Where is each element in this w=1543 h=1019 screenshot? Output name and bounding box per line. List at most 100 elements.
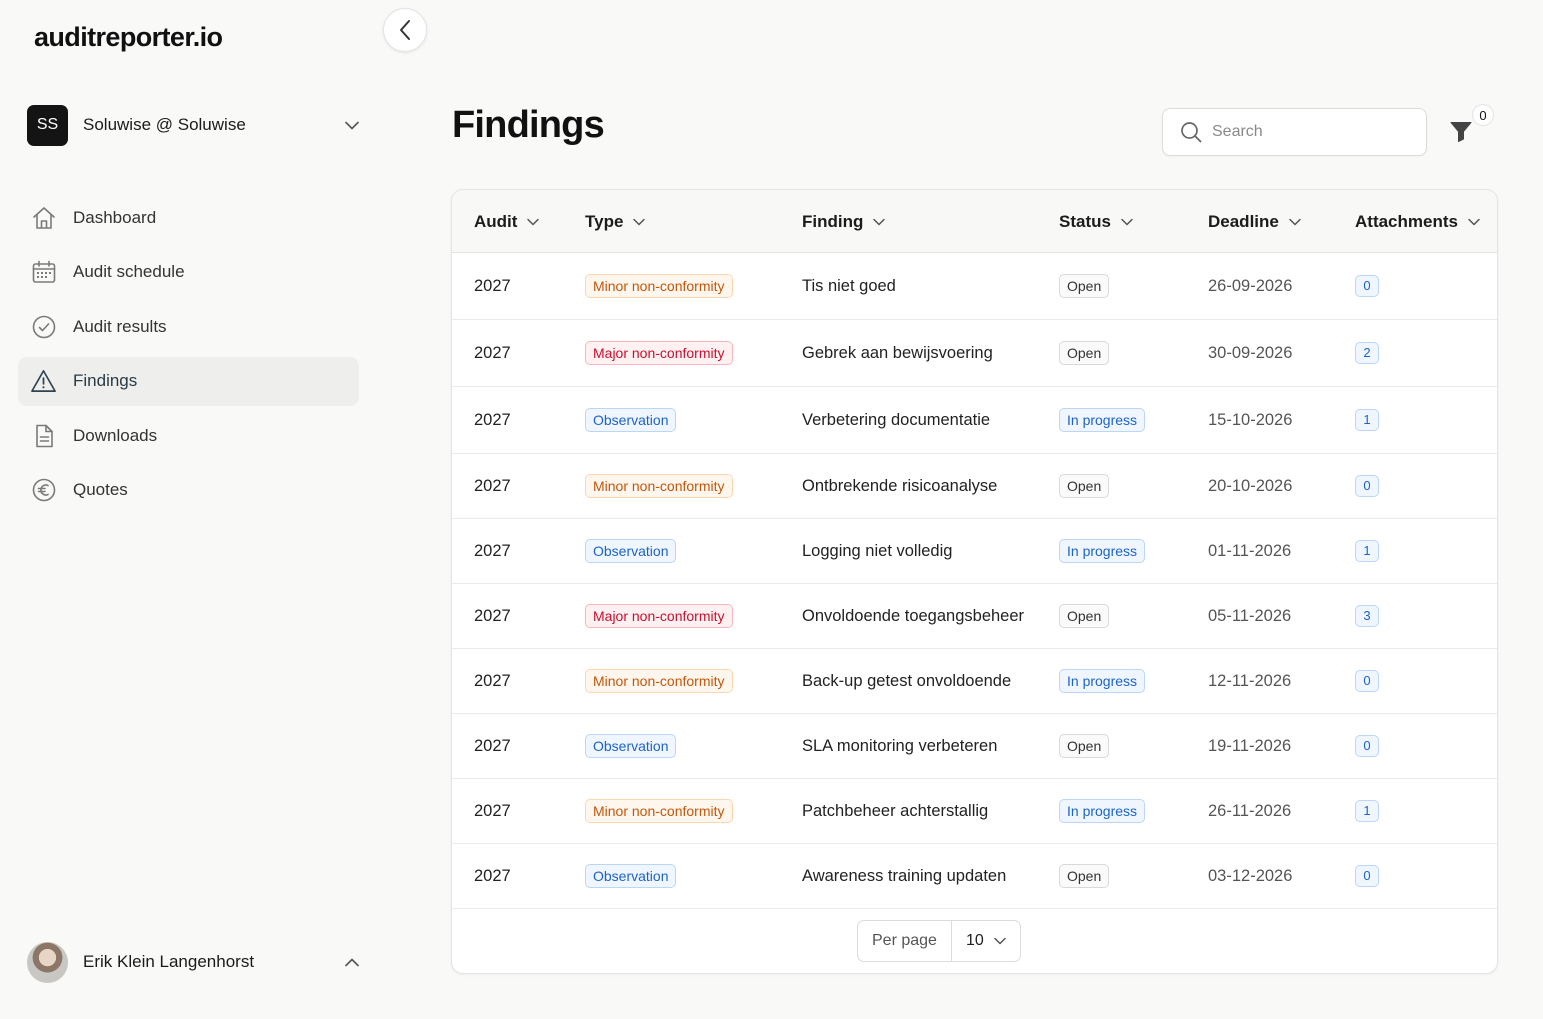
type-badge: Major non-conformity [585,341,733,365]
table-row[interactable]: 2027 Observation SLA monitoring verbeteren… [452,714,1497,779]
cell-type: Major non-conformity [585,584,733,648]
column-header-audit[interactable]: Audit [474,190,540,253]
status-badge: In progress [1059,539,1146,563]
sidebar-item-downloads[interactable]: Downloads [18,411,359,460]
attachments-count-badge: 0 [1355,475,1379,497]
sidebar-item-label: Audit results [73,316,167,336]
table-row[interactable]: 2027 Observation Logging niet volledig In p… [452,519,1497,584]
page-title: Findings [452,104,605,146]
column-label: Deadline [1208,211,1279,231]
filter-icon [1450,122,1472,142]
deadline-date: 05-11-2026 [1208,606,1292,625]
cell-status: Open [1059,584,1110,648]
cell-status: Open [1059,454,1110,518]
cell-attachments: 0 [1355,844,1379,908]
sidebar-item-label: Quotes [73,480,128,499]
finding-text: Back-up getest onvoldoende [802,671,1012,690]
status-badge: Open [1059,274,1110,298]
cell-status: In progress [1059,649,1146,713]
attachments-count-badge: 1 [1355,540,1379,562]
chevron-down-icon [873,218,886,225]
type-badge: Observation [585,734,677,758]
cell-audit: 2027 [474,844,511,908]
sidebar-item-label: Findings [73,371,138,390]
deadline-date: 12-11-2026 [1208,671,1292,690]
table-row[interactable]: 2027 Major non-conformity Onvoldoende toeg… [452,584,1497,649]
table-body: 2027 Minor non-conformity Tis niet goed Ope… [452,253,1497,909]
attachments-count-badge: 1 [1355,800,1379,822]
search-input[interactable] [1212,123,1412,141]
euro-icon [30,477,57,504]
cell-status: Open [1059,844,1110,908]
cell-type: Observation [585,519,677,583]
cell-type: Observation [585,714,677,778]
sidebar-item-findings[interactable]: Findings [18,356,359,406]
filter-count-badge: 0 [1472,104,1494,126]
finding-text: SLA monitoring verbeteren [802,736,998,755]
cell-audit: 2027 [474,779,511,843]
per-page-value: 10 [965,932,984,949]
cell-type: Minor non-conformity [585,779,733,843]
filter-button[interactable] [1446,116,1476,146]
column-header-attachments[interactable]: Attachments [1355,190,1480,253]
sidebar-item-label: Audit schedule [73,262,185,281]
chevron-down-icon [1121,218,1133,225]
cell-type: Observation [585,844,677,908]
finding-text: Ontbrekende risicoanalyse [802,476,998,495]
column-header-type[interactable]: Type [585,190,646,253]
user-name: Erik Klein Langenhorst [83,952,255,971]
attachments-count-badge: 0 [1355,735,1379,757]
app-logo[interactable]: auditreporter.io [34,22,223,53]
audit-year: 2027 [474,606,511,625]
cell-finding: Ontbrekende risicoanalyse [802,454,997,518]
finding-text: Verbetering documentatie [802,410,991,429]
cell-status: In progress [1059,387,1146,453]
cell-attachments: 0 [1355,253,1379,319]
table-row[interactable]: 2027 Minor non-conformity Back-up getest o… [452,649,1497,714]
table-header: Audit Type Finding Status Deadline Attac… [452,190,1497,253]
check-circle-icon [30,313,57,340]
column-label: Audit [474,211,518,231]
finding-text: Logging niet volledig [802,541,953,560]
cell-finding: SLA monitoring verbeteren [802,714,997,778]
sidebar-item-dashboard[interactable]: Dashboard [18,193,359,242]
home-icon [30,204,57,231]
calendar-icon [30,259,57,286]
audit-year: 2027 [474,476,511,495]
table-row[interactable]: 2027 Observation Verbetering documentatie I… [452,387,1497,454]
sidebar-item-label: Downloads [73,425,158,445]
per-page-label: Per page [858,921,952,961]
organization-switcher[interactable]: SS Soluwise @ Soluwise [27,104,367,146]
attachments-count-badge: 0 [1355,865,1379,887]
user-menu[interactable]: Erik Klein Langenhorst [27,941,367,983]
table-row[interactable]: 2027 Minor non-conformity Patchbeheer acht… [452,779,1497,844]
table-row[interactable]: 2027 Minor non-conformity Ontbrekende risi… [452,454,1497,519]
sidebar-item-quotes[interactable]: Quotes [18,466,359,515]
sidebar-nav: Dashboard Audit schedule Audit results F… [18,193,359,520]
cell-audit: 2027 [474,454,511,518]
audit-year: 2027 [474,276,511,295]
collapse-sidebar-button[interactable] [383,8,427,52]
column-header-status[interactable]: Status [1059,190,1133,253]
table-row[interactable]: 2027 Observation Awareness training update… [452,844,1497,909]
cell-attachments: 0 [1355,714,1379,778]
cell-type: Minor non-conformity [585,253,733,319]
pagination: Per page 10 [857,920,1021,962]
table-row[interactable]: 2027 Minor non-conformity Tis niet goed Ope… [452,253,1497,320]
chevron-down-icon [527,218,540,225]
chevron-down-icon [633,218,646,225]
column-header-finding[interactable]: Finding [802,190,886,253]
table-row[interactable]: 2027 Major non-conformity Gebrek aan bewij… [452,320,1497,387]
finding-text: Tis niet goed [802,276,896,295]
document-icon [30,422,57,449]
finding-text: Patchbeheer achterstallig [802,801,989,820]
deadline-date: 15-10-2026 [1208,410,1293,429]
per-page-select[interactable]: 10 [952,921,1020,961]
deadline-date: 20-10-2026 [1208,476,1293,495]
column-header-deadline[interactable]: Deadline [1208,190,1301,253]
type-badge: Major non-conformity [585,604,733,628]
sidebar-item-audit-results[interactable]: Audit results [18,302,359,351]
sidebar-item-audit-schedule[interactable]: Audit schedule [18,248,359,297]
cell-type: Minor non-conformity [585,649,733,713]
column-label: Type [585,211,624,231]
